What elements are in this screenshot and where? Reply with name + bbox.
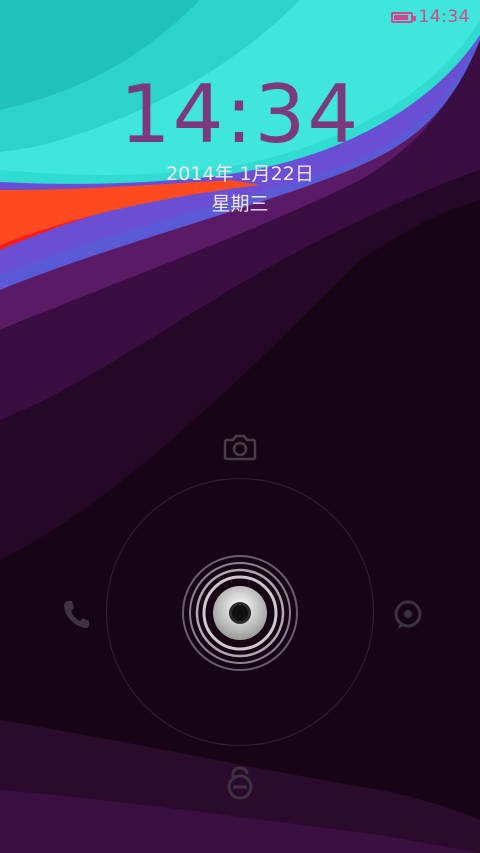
unlock-handle[interactable] [180, 553, 300, 673]
message-icon[interactable] [388, 595, 428, 635]
status-time: 14:34 [418, 7, 470, 27]
phone-icon[interactable] [56, 594, 96, 634]
battery-icon [390, 11, 416, 23]
lockscreen-date: 2014年 1月22日 [166, 163, 314, 185]
camera-icon[interactable] [220, 427, 260, 467]
unlock-icon[interactable] [220, 763, 260, 803]
status-bar: 14:34 [390, 0, 480, 34]
lockscreen-clock: 14:34 [119, 68, 361, 161]
lockscreen-weekday: 星期三 [211, 193, 269, 215]
